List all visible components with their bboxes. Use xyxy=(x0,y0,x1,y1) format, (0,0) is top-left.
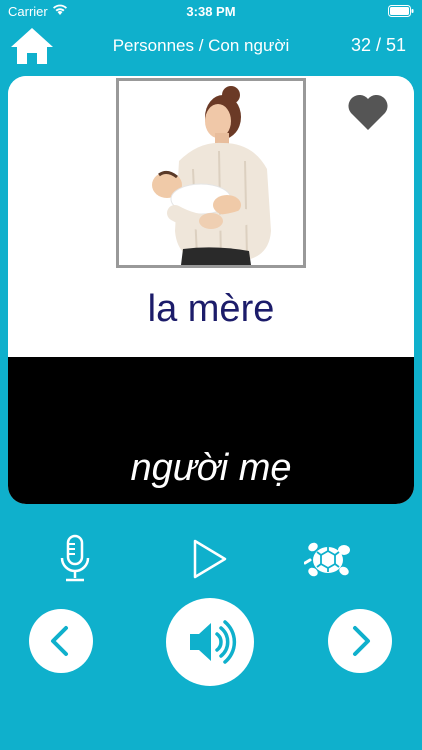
play-icon xyxy=(193,539,227,579)
home-button[interactable] xyxy=(8,24,56,68)
card-image xyxy=(116,78,306,268)
favorite-button[interactable] xyxy=(346,90,390,134)
turtle-icon xyxy=(303,542,350,577)
previous-button[interactable] xyxy=(29,609,93,673)
card-back: người mẹ xyxy=(8,357,414,504)
card-front: la mère xyxy=(8,76,414,357)
card-counter: 32 / 51 xyxy=(350,35,406,55)
slow-speed-button[interactable] xyxy=(303,534,354,584)
next-button[interactable] xyxy=(328,609,392,673)
speaker-icon xyxy=(190,620,237,664)
mother-holding-baby-illustration xyxy=(119,81,303,265)
microphone-icon xyxy=(60,534,90,582)
chevron-right-icon xyxy=(353,626,370,656)
flashcard[interactable]: la mère người mẹ xyxy=(8,76,414,504)
heart-icon xyxy=(348,94,388,130)
speaker-button[interactable] xyxy=(166,598,254,686)
chevron-left-icon xyxy=(51,626,68,656)
status-bar: Carrier 3:38 PM xyxy=(0,0,422,22)
play-button[interactable] xyxy=(190,538,230,580)
nav-bar: Personnes / Con người 32 / 51 xyxy=(0,22,422,72)
french-word: la mère xyxy=(147,288,275,330)
translation-word: người mẹ xyxy=(130,447,292,489)
category-title: Personnes / Con người xyxy=(112,36,290,55)
battery-icon xyxy=(388,5,414,17)
home-icon xyxy=(11,28,53,64)
status-time: 3:38 PM xyxy=(186,4,236,19)
record-button[interactable] xyxy=(57,534,93,584)
